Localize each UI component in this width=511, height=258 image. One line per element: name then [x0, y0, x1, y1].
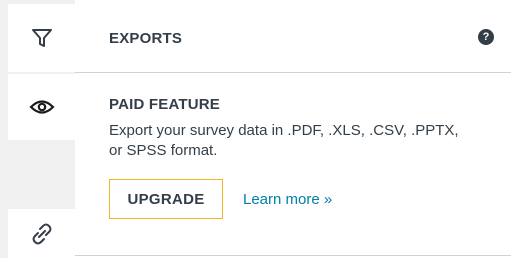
paid-feature-actions: UPGRADE Learn more »	[109, 179, 489, 219]
filter-button[interactable]	[8, 4, 75, 72]
preview-button[interactable]	[8, 74, 75, 140]
panel-header: EXPORTS ?	[75, 0, 511, 73]
filter-icon	[31, 29, 52, 47]
link-icon	[32, 223, 51, 244]
eye-icon	[28, 100, 55, 114]
help-icon[interactable]: ?	[478, 29, 494, 45]
paid-feature-title: PAID FEATURE	[109, 96, 221, 113]
divider	[75, 255, 511, 256]
page-title: EXPORTS	[109, 30, 183, 47]
exports-panel: EXPORTS ? PAID FEATURE Export your surve…	[75, 0, 511, 258]
paid-feature-description: Export your survey data in .PDF, .XLS, .…	[109, 122, 459, 159]
upgrade-button[interactable]: UPGRADE	[109, 179, 223, 219]
collect-link-button[interactable]	[8, 209, 75, 258]
learn-more-link[interactable]: Learn more »	[243, 191, 332, 208]
left-toolbar	[0, 0, 75, 258]
paid-feature-section: PAID FEATURE Export your survey data in …	[109, 96, 489, 219]
